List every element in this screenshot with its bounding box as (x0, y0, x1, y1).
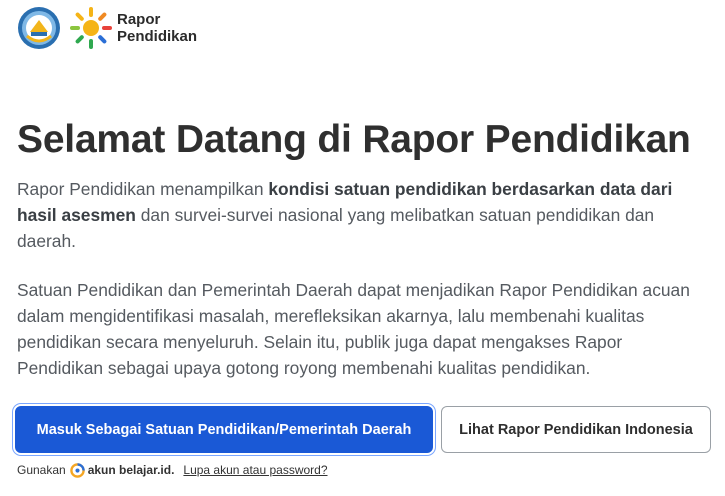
description-paragraph: Satuan Pendidikan dan Pemerintah Daerah … (17, 280, 690, 378)
kemdikbud-logo-icon (18, 7, 60, 49)
rapor-pendidikan-logo: Rapor Pendidikan (69, 6, 197, 50)
belajar-id-icon (69, 462, 85, 478)
view-national-report-button[interactable]: Lihat Rapor Pendidikan Indonesia (441, 406, 711, 453)
intro-text-a: Rapor Pendidikan menampilkan (17, 179, 269, 199)
brand-line-2: Pendidikan (117, 28, 198, 45)
header: Rapor Pendidikan (17, 6, 197, 50)
intro-paragraph: Rapor Pendidikan menampilkan kondisi sat… (17, 176, 712, 254)
brand-name: Rapor Pendidikan (117, 11, 197, 45)
page-title: Selamat Datang di Rapor Pendidikan (17, 118, 691, 161)
account-name: akun belajar.id. (87, 463, 175, 477)
login-hint: Gunakan akun belajar.id. Lupa akun atau … (17, 461, 328, 479)
brand-line-1: Rapor (117, 11, 161, 28)
forgot-account-link[interactable]: Lupa akun atau password? (183, 463, 327, 477)
use-text: Gunakan (17, 463, 66, 477)
login-school-government-button[interactable]: Masuk Sebagai Satuan Pendidikan/Pemerint… (15, 406, 433, 453)
sun-logo-icon (70, 7, 112, 49)
